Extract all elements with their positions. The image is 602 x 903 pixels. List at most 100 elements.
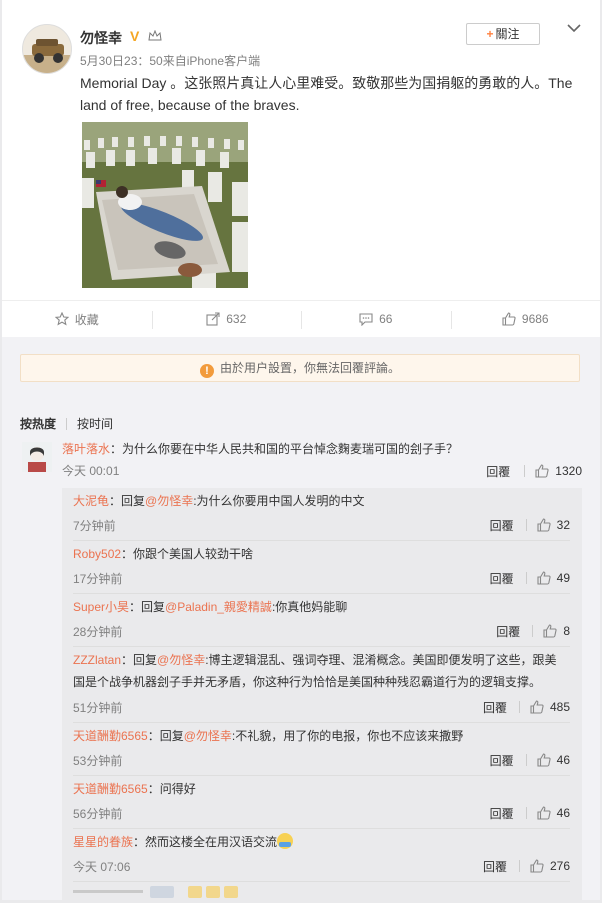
post-action-bar: 收藏 632 66 9686	[2, 300, 601, 344]
chevron-down-icon[interactable]	[566, 20, 582, 36]
mention-link[interactable]: @勿怪幸	[184, 729, 232, 743]
reply-ops: 回覆 46	[490, 804, 570, 822]
plus-icon: +	[486, 27, 494, 41]
sort-divider	[66, 418, 68, 430]
like-count: 32	[556, 518, 570, 532]
cut-off-reply-preview	[73, 886, 238, 898]
reply-prefix: ：回复	[109, 494, 146, 508]
comment-count: 66	[379, 312, 393, 326]
commenter-avatar[interactable]	[22, 442, 52, 472]
reply-button[interactable]: 回覆	[490, 752, 514, 769]
reply-author[interactable]: Roby502	[73, 547, 121, 561]
reply-disabled-notice: ! 由於用户設置，你無法回覆評論。	[20, 354, 580, 382]
reply-thread: 大泥龟：回复@勿怪幸:为什么你要用中国人发明的中文 7分钟前 回覆 32 Rob…	[62, 488, 582, 900]
reply-author[interactable]: 星星的眷族	[73, 835, 133, 849]
reply-body: :你真他妈能聊	[271, 600, 348, 614]
thumbs-up-icon[interactable]	[530, 700, 544, 714]
reply-author[interactable]: 大泥龟	[73, 494, 109, 508]
reply-prefix: ：然而这楼全在用汉语交流	[133, 835, 278, 849]
reply-item: ZZZlatan：回复@勿怪幸:博主逻辑混乱、强词夺理、混淆概念。美国即便发明了…	[62, 647, 582, 723]
reply-text: Roby502：你跟个美国人较劲干啥	[73, 543, 563, 565]
thumbs-up-icon[interactable]	[535, 464, 549, 478]
ops-divider	[524, 465, 526, 477]
reply-author[interactable]: 天道酬勤6565	[73, 729, 148, 743]
reply-ops: 回覆 8	[496, 622, 570, 640]
reply-author[interactable]: ZZZlatan	[73, 653, 121, 667]
reply-button[interactable]: 回覆	[490, 517, 514, 534]
reply-prefix: ：回复	[129, 600, 166, 614]
mention-link[interactable]: @勿怪幸	[145, 494, 193, 508]
verified-v-icon: V	[130, 28, 140, 44]
like-count: 276	[549, 859, 570, 873]
collect-button[interactable]: 收藏	[2, 301, 152, 337]
reply-button[interactable]: 回覆	[483, 699, 507, 716]
reply-button[interactable]: 回覆	[496, 623, 520, 640]
reply-button[interactable]: 回覆	[486, 463, 510, 480]
reply-button[interactable]: 回覆	[490, 805, 514, 822]
reply-text: 天道酬勤6565：问得好	[73, 778, 563, 800]
weibo-post-card: 勿怪幸 V 5月30日23：50来自iPhone客户端 + 關注 Memorial…	[2, 0, 600, 900]
reply-ops: 回覆 49	[490, 569, 570, 587]
reply-author[interactable]: Super小昊	[73, 600, 129, 614]
reply-item: 天道酬勤6565：回复@勿怪幸:不礼貌，用了你的电报，你也不应该来撒野 53分钟…	[62, 723, 582, 776]
comment-section: ! 由於用户設置，你無法回覆評論。 按热度 按时间 落叶落水：为什么你要在中华人民共…	[2, 338, 600, 900]
notice-text: 由於用户設置，你無法回覆評論。	[219, 361, 400, 375]
like-count: 1320	[555, 464, 582, 478]
sort-by-time[interactable]: 按时间	[77, 417, 113, 431]
reply-prefix: ：你跟个美国人较劲干啥	[121, 547, 254, 561]
reply-time: 7分钟前	[73, 519, 116, 533]
comment-icon	[359, 313, 373, 326]
thumbs-up-icon	[502, 312, 516, 326]
ops-divider	[532, 625, 534, 637]
reply-prefix: ：问得好	[147, 782, 196, 796]
author-avatar[interactable]	[22, 24, 72, 74]
reply-item: 星星的眷族：然而这楼全在用汉语交流 今天 07:06 回覆 276	[62, 829, 582, 882]
follow-button[interactable]: + 關注	[466, 23, 540, 45]
comment-ops: 回覆 1320	[486, 462, 582, 480]
reply-button[interactable]: 回覆	[490, 570, 514, 587]
ops-divider	[518, 860, 520, 872]
reply-time: 51分钟前	[73, 701, 123, 715]
reply-time: 56分钟前	[73, 807, 123, 821]
reply-item: Roby502：你跟个美国人较劲干啥 17分钟前 回覆 49	[62, 541, 582, 594]
like-button[interactable]: 9686	[450, 301, 601, 337]
ops-divider	[525, 572, 527, 584]
comment-body: ：为什么你要在中华人民共和国的平台悼念麴麦瑞可国的刽子手？	[110, 442, 459, 456]
reply-text: ZZZlatan：回复@勿怪幸:博主逻辑混乱、强词夺理、混淆概念。美国即便发明了…	[73, 649, 563, 693]
author-name[interactable]: 勿怪幸	[80, 28, 122, 48]
thumbs-up-icon[interactable]	[543, 624, 557, 638]
sort-by-hot[interactable]: 按热度	[20, 417, 56, 431]
comment-button[interactable]: 66	[301, 301, 451, 344]
mention-link[interactable]: @Paladin_親愛精誠	[165, 600, 272, 614]
post-text: Memorial Day 。这张照片真让人心里难受。致敬那些为国捐躯的勇敢的人。…	[80, 75, 573, 113]
reply-ops: 回覆 485	[483, 698, 570, 716]
member-crown-icon	[148, 30, 162, 41]
hug-emoji-icon	[277, 833, 294, 849]
like-count: 485	[549, 700, 570, 714]
reply-item: Super小昊：回复@Paladin_親愛精誠:你真他妈能聊 28分钟前 回覆 …	[62, 594, 582, 647]
follow-label: 關注	[495, 27, 520, 41]
like-count: 46	[556, 753, 570, 767]
thumbs-up-icon[interactable]	[530, 859, 544, 873]
post-photo[interactable]	[82, 122, 248, 288]
reply-item: 大泥龟：回复@勿怪幸:为什么你要用中国人发明的中文 7分钟前 回覆 32	[62, 488, 582, 541]
reply-ops: 回覆 46	[490, 751, 570, 769]
thumbs-up-icon[interactable]	[537, 571, 551, 585]
reply-ops: 回覆 32	[490, 516, 570, 534]
reply-text: 星星的眷族：然而这楼全在用汉语交流	[73, 831, 563, 853]
reply-author[interactable]: 天道酬勤6565	[73, 782, 148, 796]
thumbs-up-icon[interactable]	[537, 518, 551, 532]
collect-label: 收藏	[74, 312, 99, 327]
reply-time: 今天 07:06	[73, 860, 131, 874]
reply-body: :为什么你要用中国人发明的中文	[193, 494, 365, 508]
mention-link[interactable]: @勿怪幸	[157, 653, 205, 667]
reply-text: Super小昊：回复@Paladin_親愛精誠:你真他妈能聊	[73, 596, 563, 618]
comment-author[interactable]: 落叶落水	[62, 442, 110, 456]
thumbs-up-icon[interactable]	[537, 806, 551, 820]
comment-text: 落叶落水：为什么你要在中华人民共和国的平台悼念麴麦瑞可国的刽子手？	[62, 440, 582, 458]
warning-icon: !	[199, 364, 214, 378]
reply-time: 28分钟前	[73, 625, 123, 639]
repost-button[interactable]: 632	[151, 301, 302, 337]
reply-button[interactable]: 回覆	[483, 858, 507, 875]
thumbs-up-icon[interactable]	[537, 753, 551, 767]
